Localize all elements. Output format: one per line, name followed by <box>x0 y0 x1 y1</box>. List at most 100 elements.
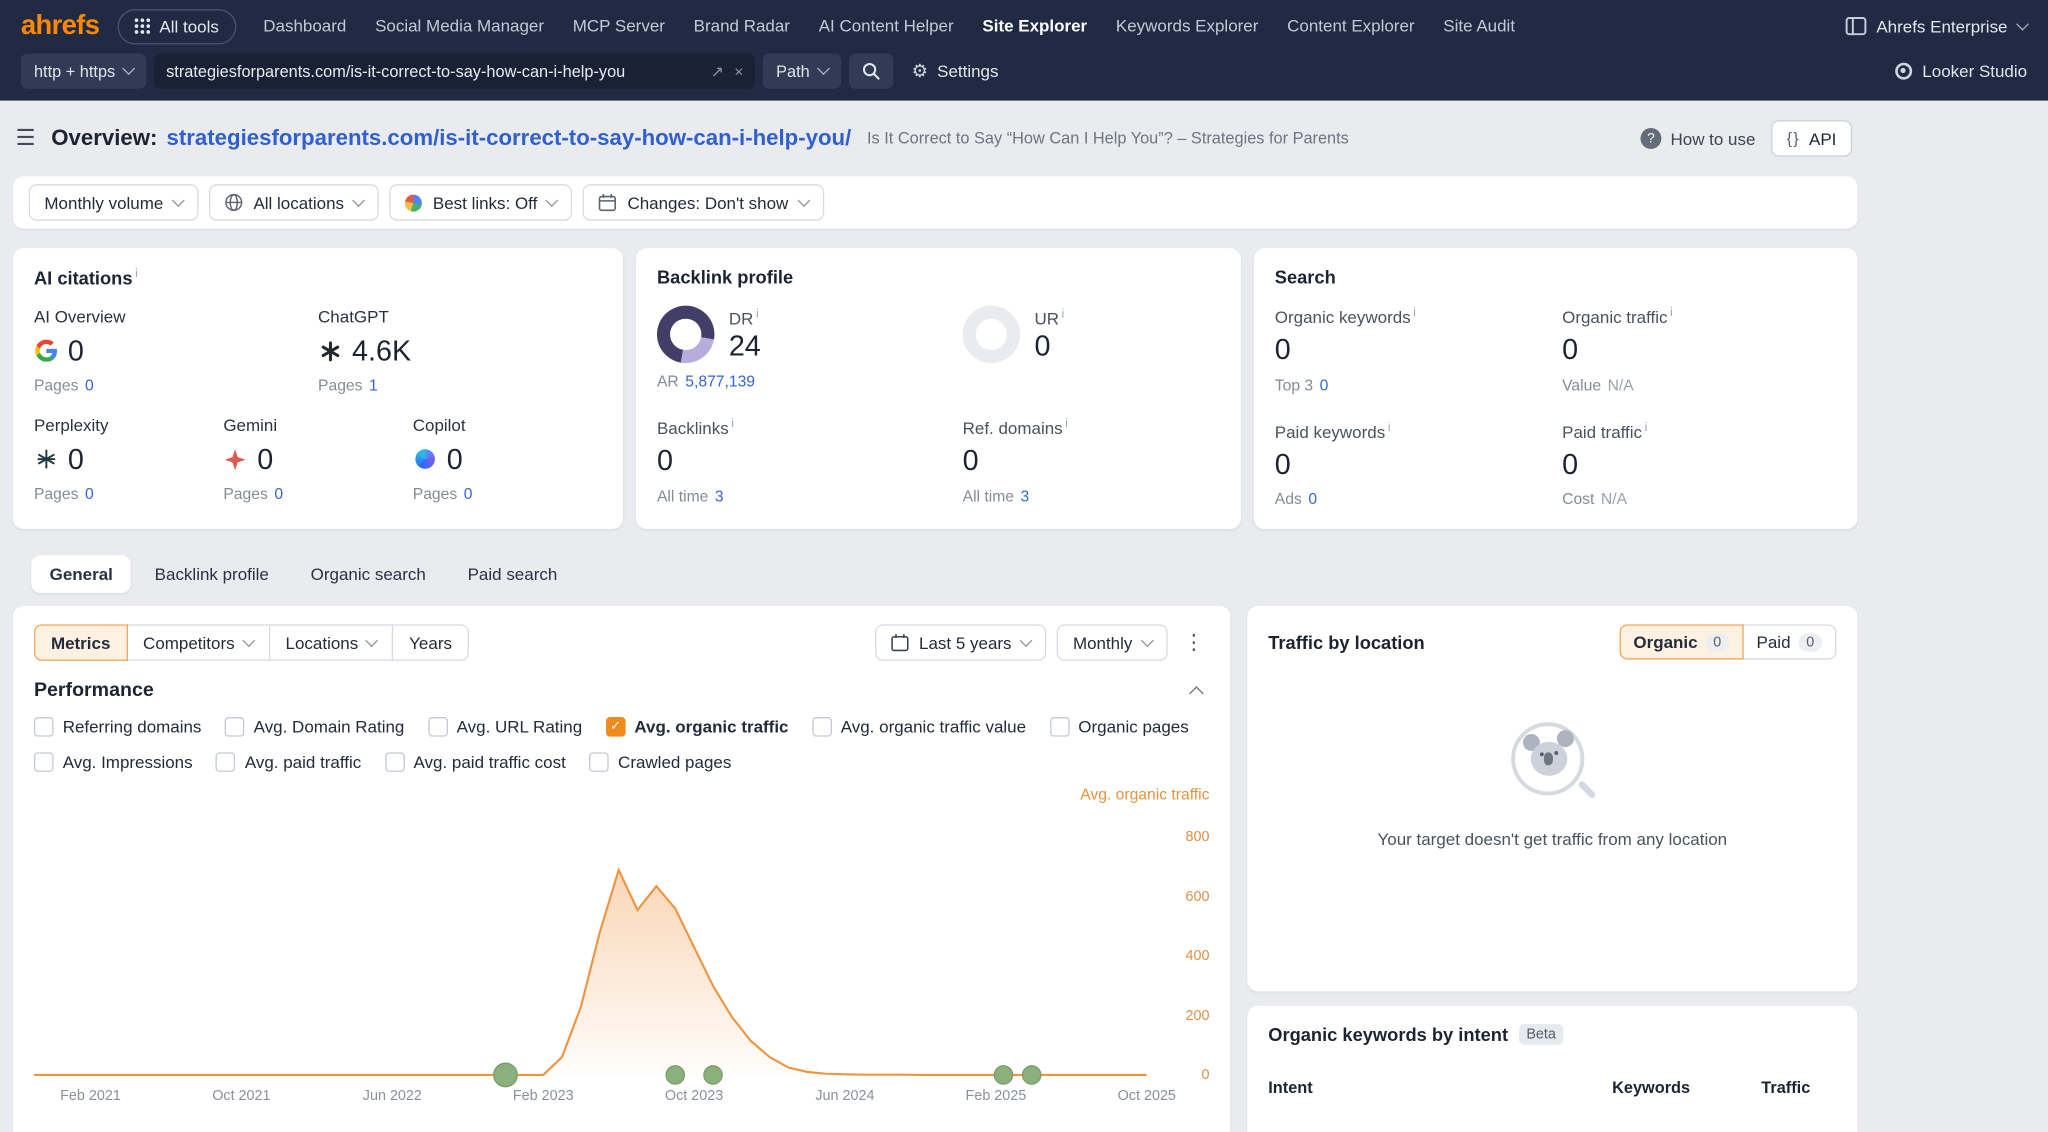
competitors-dropdown[interactable]: Competitors <box>126 624 270 661</box>
ref-domains-cell: Ref. domainsi 0 All time3 <box>963 417 1220 505</box>
metrics-button-label: Metrics <box>51 633 110 653</box>
metric-checkbox-avg-organic-traffic[interactable]: ✓Avg. organic traffic <box>606 717 789 737</box>
more-options-button[interactable]: ⋮ <box>1178 630 1209 656</box>
info-icon: i <box>756 307 759 320</box>
paid-count-badge: 0 <box>1798 633 1822 651</box>
google-update-marker[interactable] <box>666 1066 684 1084</box>
traffic-by-location-title: Traffic by location <box>1268 632 1424 653</box>
metric-checkbox-organic-pages[interactable]: Organic pages <box>1050 717 1189 737</box>
organic-count-badge: 0 <box>1705 633 1729 651</box>
organic-toggle-button[interactable]: Organic 0 <box>1619 624 1743 659</box>
nav-item-dashboard[interactable]: Dashboard <box>249 0 361 52</box>
target-url-link[interactable]: strategiesforparents.com/is-it-correct-t… <box>167 125 852 151</box>
nav-item-mcp-server[interactable]: MCP Server <box>558 0 679 52</box>
tab-backlink-profile[interactable]: Backlink profile <box>136 555 287 593</box>
overview-label: Overview: <box>51 125 157 151</box>
looker-studio-link[interactable]: Looker Studio <box>1895 61 2027 81</box>
ads-value[interactable]: 0 <box>1308 490 1317 508</box>
traffic-by-location-panel: Traffic by location Organic 0 Paid 0 <box>1247 606 1857 991</box>
pages-count-link[interactable]: 0 <box>85 376 94 394</box>
nav-item-site-audit[interactable]: Site Audit <box>1429 0 1529 52</box>
ar-value[interactable]: 5,877,139 <box>685 372 755 390</box>
metric-checkbox-avg-impressions[interactable]: Avg. Impressions <box>34 752 193 772</box>
target-url-input[interactable]: strategiesforparents.com/is-it-correct-t… <box>154 54 755 89</box>
metric-checkbox-avg-organic-traffic-value[interactable]: Avg. organic traffic value <box>812 717 1026 737</box>
protocol-dropdown[interactable]: http + https <box>21 54 147 89</box>
nav-item-content-explorer[interactable]: Content Explorer <box>1273 0 1429 52</box>
nav-item-ai-content-helper[interactable]: AI Content Helper <box>804 0 968 52</box>
changes-dropdown[interactable]: Changes: Don't show <box>583 184 824 221</box>
api-button[interactable]: {} API <box>1771 120 1852 157</box>
chart-plot-area[interactable] <box>34 814 1147 1104</box>
locations-label: Locations <box>286 633 359 653</box>
cost-label: Cost <box>1562 490 1594 508</box>
google-update-marker[interactable] <box>494 1063 518 1087</box>
granularity-dropdown[interactable]: Monthly <box>1057 624 1167 661</box>
metric-checkbox-avg-paid-traffic-cost[interactable]: Avg. paid traffic cost <box>385 752 566 772</box>
search-button[interactable] <box>849 54 893 89</box>
open-external-icon[interactable]: ↗ <box>711 62 724 80</box>
paid-toggle-button[interactable]: Paid 0 <box>1742 624 1836 659</box>
metric-checkbox-referring-domains[interactable]: Referring domains <box>34 717 201 737</box>
top-3-value[interactable]: 0 <box>1320 376 1329 394</box>
volume-mode-dropdown[interactable]: Monthly volume <box>29 184 199 221</box>
years-button[interactable]: Years <box>392 624 469 661</box>
metric-cell-organic-keywords: Organic keywordsi0Top 30 <box>1275 306 1562 394</box>
search-metrics-grid: Organic keywordsi0Top 30Organic traffici… <box>1275 306 1837 509</box>
backlinks-all-time-value[interactable]: 3 <box>715 487 724 505</box>
chevron-down-icon <box>365 634 378 647</box>
best-links-dropdown[interactable]: Best links: Off <box>390 184 573 221</box>
metric-checkbox-row-1: Referring domains Avg. Domain Rating Avg. … <box>34 717 1210 737</box>
metric-checkbox-avg-domain-rating[interactable]: Avg. Domain Rating <box>225 717 404 737</box>
google-update-marker[interactable] <box>1023 1066 1041 1084</box>
empty-state: Your target doesn't get traffic from any… <box>1268 720 1836 849</box>
ahrefs-logo[interactable]: ahrefs <box>21 10 99 41</box>
pages-count-link[interactable]: 0 <box>85 484 94 502</box>
collapse-section-icon[interactable] <box>1189 686 1204 701</box>
metric-checkbox-avg-paid-traffic[interactable]: Avg. paid traffic <box>216 752 361 772</box>
info-icon: i <box>1388 420 1391 433</box>
metrics-button[interactable]: Metrics <box>34 624 127 661</box>
backlinks-value: 0 <box>657 445 963 478</box>
overview-tabs: GeneralBacklink profileOrganic searchPai… <box>31 555 1857 593</box>
pages-count-link[interactable]: 0 <box>464 484 473 502</box>
nav-item-brand-radar[interactable]: Brand Radar <box>679 0 804 52</box>
all-tools-button[interactable]: All tools <box>118 8 236 43</box>
account-menu[interactable]: Ahrefs Enterprise <box>1845 16 2027 36</box>
cost-value: N/A <box>1601 490 1627 508</box>
page-header: ☰ Overview: strategiesforparents.com/is-… <box>13 101 1857 177</box>
lower-section: Metrics Competitors Locations Years <box>13 606 1857 1132</box>
menu-icon[interactable]: ☰ <box>16 125 36 151</box>
nav-item-keywords-explorer[interactable]: Keywords Explorer <box>1102 0 1273 52</box>
ref-domains-all-time-value[interactable]: 3 <box>1021 487 1030 505</box>
nav-item-site-explorer[interactable]: Site Explorer <box>968 0 1101 52</box>
protocol-label: http + https <box>34 62 115 80</box>
checkbox-label: Avg. Impressions <box>63 752 193 772</box>
mode-dropdown[interactable]: Path <box>763 54 841 89</box>
google-update-marker[interactable] <box>994 1066 1012 1084</box>
pages-count-link[interactable]: 0 <box>274 484 283 502</box>
calendar-icon <box>890 633 908 651</box>
copilot-icon <box>413 450 437 470</box>
google-update-marker[interactable] <box>704 1066 722 1084</box>
metric-checkbox-avg-url-rating[interactable]: Avg. URL Rating <box>428 717 582 737</box>
how-to-use-link[interactable]: ? How to use <box>1640 128 1755 149</box>
nav-item-social-media-manager[interactable]: Social Media Manager <box>361 0 559 52</box>
checkbox-icon <box>225 717 245 737</box>
locations-filter-dropdown[interactable]: All locations <box>209 184 379 221</box>
metric-checkbox-crawled-pages[interactable]: Crawled pages <box>589 752 731 772</box>
clear-input-icon[interactable]: × <box>734 62 743 80</box>
keywords-by-intent-title: Organic keywords by intent <box>1268 1024 1508 1045</box>
tab-organic-search[interactable]: Organic search <box>292 555 444 593</box>
locations-dropdown[interactable]: Locations <box>269 624 394 661</box>
value-label: Value <box>1562 376 1601 394</box>
pages-count-link[interactable]: 1 <box>369 376 378 394</box>
date-range-dropdown[interactable]: Last 5 years <box>875 624 1047 661</box>
nav-row: ahrefs All tools DashboardSocial Media M… <box>0 0 2048 52</box>
tab-paid-search[interactable]: Paid search <box>449 555 575 593</box>
settings-button[interactable]: ⚙ Settings <box>912 60 999 82</box>
ref-domains-value: 0 <box>963 445 1220 478</box>
dr-label-text: DR <box>729 308 754 328</box>
ai-source-name: Perplexity <box>34 415 223 435</box>
tab-general[interactable]: General <box>31 555 131 593</box>
